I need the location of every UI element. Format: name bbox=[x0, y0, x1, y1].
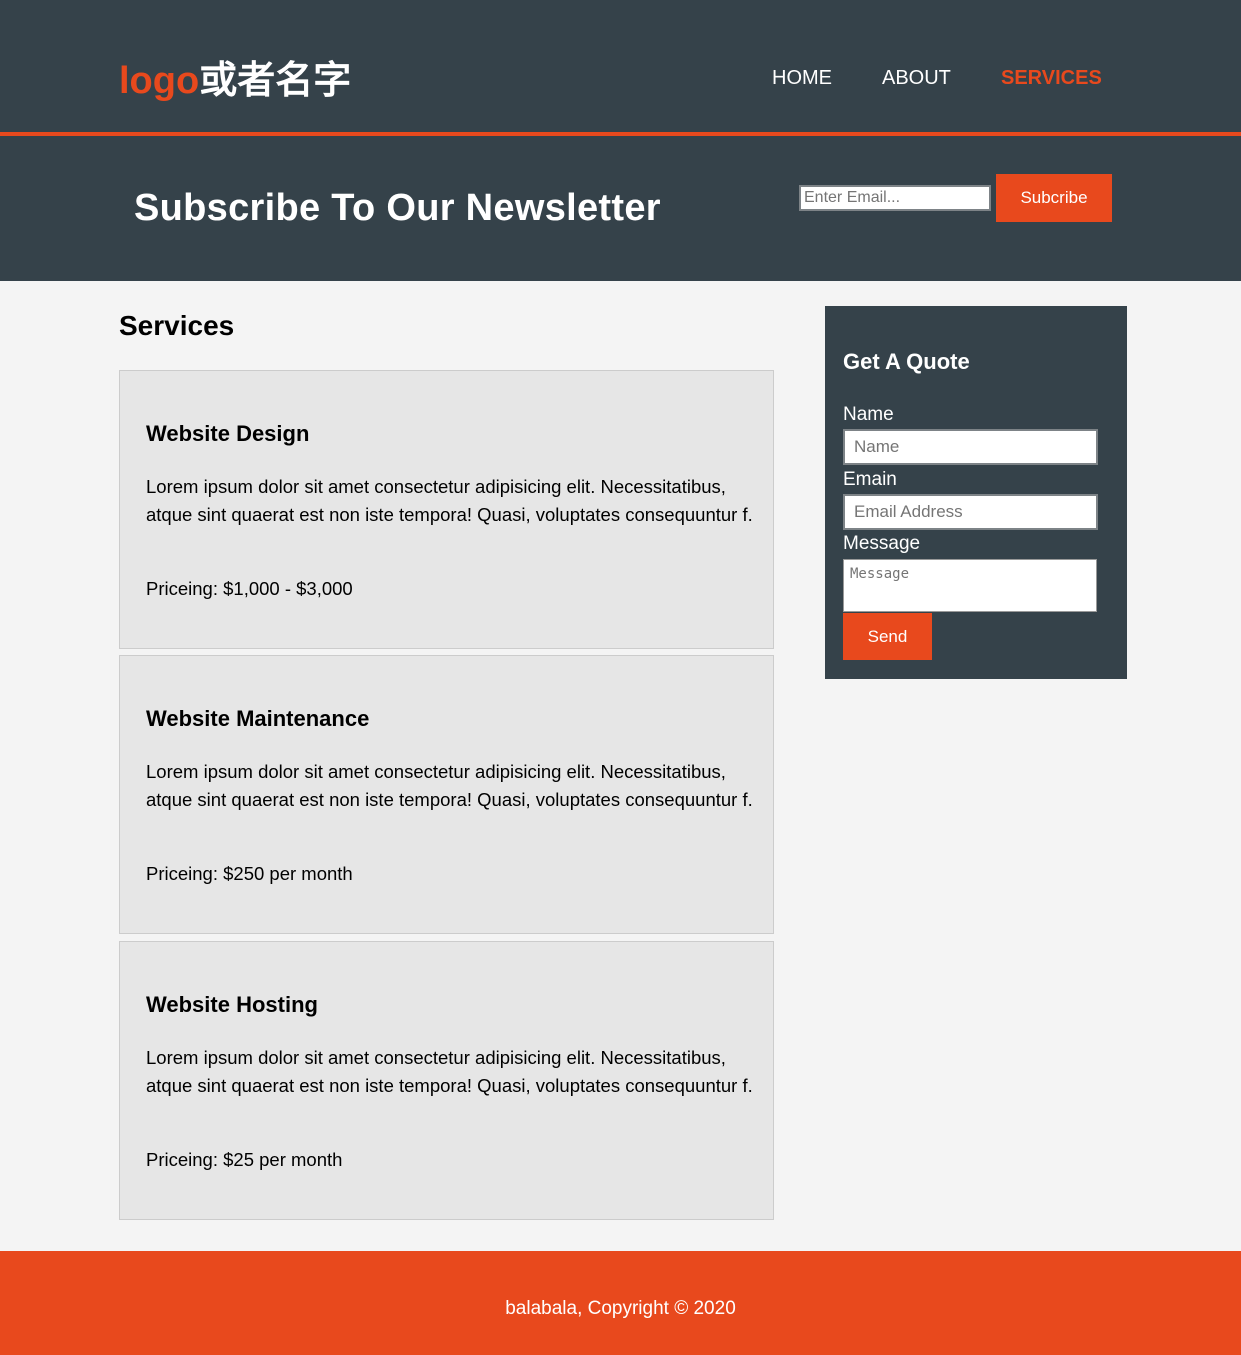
service-description: Lorem ipsum dolor sit amet consectetur a… bbox=[146, 761, 753, 810]
service-title: Website Hosting bbox=[146, 992, 318, 1017]
service-title: Website Maintenance bbox=[146, 706, 370, 731]
nav-services-link[interactable]: SERVICES bbox=[1001, 66, 1102, 90]
email-label: Emain bbox=[843, 469, 897, 490]
quote-title: Get A Quote bbox=[843, 349, 970, 374]
site-footer: balabala, Copyright © 2020 bbox=[0, 1251, 1241, 1355]
message-label: Message bbox=[843, 533, 921, 554]
subscribe-button[interactable]: Subcribe bbox=[996, 174, 1112, 222]
send-button[interactable]: Send bbox=[843, 613, 932, 660]
service-description: Lorem ipsum dolor sit amet consectetur a… bbox=[146, 476, 753, 525]
newsletter-section: Subscribe To Our Newsletter Subcribe bbox=[0, 136, 1241, 281]
service-description: Lorem ipsum dolor sit amet consectetur a… bbox=[146, 1047, 753, 1096]
quote-sidebar: Get A Quote Name Emain Message Send bbox=[825, 306, 1127, 679]
service-card-design: Website Design Lorem ipsum dolor sit ame… bbox=[119, 370, 774, 649]
nav-about-link[interactable]: ABOUT bbox=[882, 66, 951, 90]
site-logo[interactable]: logo或者名字 bbox=[119, 58, 351, 103]
service-title: Website Design bbox=[146, 421, 310, 446]
logo-name-text: 或者名字 bbox=[199, 58, 352, 102]
name-label: Name bbox=[843, 404, 894, 425]
service-pricing: Priceing: $250 per month bbox=[146, 863, 353, 884]
logo-highlight-text: logo bbox=[119, 60, 200, 102]
newsletter-email-input[interactable] bbox=[799, 185, 991, 211]
name-input[interactable] bbox=[843, 429, 1098, 465]
email-input[interactable] bbox=[843, 494, 1098, 530]
service-pricing: Priceing: $25 per month bbox=[146, 1149, 343, 1170]
message-textarea[interactable] bbox=[843, 559, 1097, 612]
service-card-maintenance: Website Maintenance Lorem ipsum dolor si… bbox=[119, 655, 774, 934]
nav-home-link[interactable]: HOME bbox=[772, 66, 832, 90]
service-card-hosting: Website Hosting Lorem ipsum dolor sit am… bbox=[119, 941, 774, 1220]
footer-copyright: balabala, Copyright © 2020 bbox=[505, 1298, 736, 1319]
service-pricing: Priceing: $1,000 - $3,000 bbox=[146, 578, 353, 599]
newsletter-title: Subscribe To Our Newsletter bbox=[134, 187, 661, 229]
site-header: logo或者名字 HOME ABOUT SERVICES bbox=[0, 0, 1241, 132]
services-heading: Services bbox=[119, 310, 235, 341]
